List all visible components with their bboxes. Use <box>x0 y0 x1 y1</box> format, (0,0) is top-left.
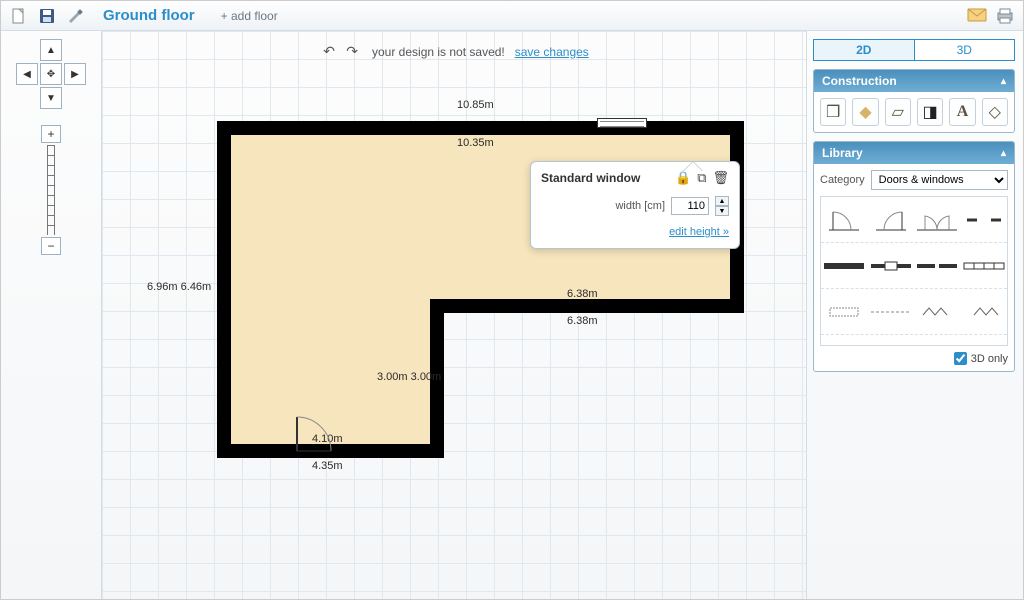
library-item-door-swing-r[interactable] <box>868 197 915 242</box>
save-icon[interactable] <box>37 6 57 26</box>
topbar: Ground floor + add floor <box>1 1 1023 31</box>
dimension-tool[interactable]: ◨ <box>917 98 943 126</box>
app-root: Ground floor + add floor ▲ ◀ ✥ ▶ ▼ <box>0 0 1024 600</box>
canvas[interactable]: ↶ ↷ your design is not saved! save chang… <box>101 31 807 599</box>
construction-panel: Construction▴ ❒ ◆ ▱ ◨ A ◇ <box>813 69 1015 133</box>
width-step-down[interactable]: ▼ <box>715 206 729 216</box>
library-item-window-thin[interactable] <box>821 243 868 288</box>
left-column: ▲ ◀ ✥ ▶ ▼ + − <box>1 31 101 599</box>
library-item-double-door[interactable] <box>914 197 961 242</box>
view-toggle: 2D 3D <box>813 39 1015 61</box>
3d-only-label: 3D only <box>971 353 1008 365</box>
3d-only-checkbox[interactable] <box>954 352 967 365</box>
pan-down-button[interactable]: ▼ <box>40 87 62 109</box>
settings-icon[interactable] <box>65 6 85 26</box>
pan-right-button[interactable]: ▶ <box>64 63 86 85</box>
save-changes-link[interactable]: save changes <box>515 45 589 59</box>
library-item-folding-l[interactable] <box>914 289 961 334</box>
copy-icon[interactable]: ⧉ <box>697 170 706 186</box>
pan-left-button[interactable]: ◀ <box>16 63 38 85</box>
chevron-up-icon: ▴ <box>1001 148 1006 159</box>
dim-midh-inner: 6.38m <box>567 288 598 300</box>
library-item-garage-door[interactable] <box>961 243 1008 288</box>
width-input[interactable] <box>671 197 709 215</box>
surface-tool[interactable]: ◇ <box>982 98 1008 126</box>
library-item-folding-r[interactable] <box>961 289 1008 334</box>
view-2d-button[interactable]: 2D <box>813 39 914 61</box>
dim-midv: 3.00m 3.00m <box>377 371 441 383</box>
zoom-in-button[interactable]: + <box>41 125 61 143</box>
library-items-grid <box>820 196 1008 346</box>
width-step-up[interactable]: ▲ <box>715 196 729 206</box>
pan-dpad: ▲ ◀ ✥ ▶ ▼ <box>16 39 86 109</box>
dim-left-outer: 6.96m 6.46m <box>147 281 211 293</box>
library-item-window-std[interactable] <box>868 243 915 288</box>
print-icon[interactable] <box>995 6 1015 26</box>
dim-top-outer: 10.85m <box>457 99 494 111</box>
room-tool[interactable]: ❒ <box>820 98 846 126</box>
pan-center-button[interactable]: ✥ <box>40 63 62 85</box>
dim-midh-outer: 6.38m <box>567 315 598 327</box>
zoom-scale[interactable] <box>47 145 55 235</box>
edit-height-link[interactable]: edit height » <box>669 226 729 238</box>
library-item-sliding-door[interactable] <box>914 243 961 288</box>
save-strip: ↶ ↷ your design is not saved! save chang… <box>102 43 806 60</box>
library-panel-header[interactable]: Library▴ <box>814 142 1014 164</box>
add-floor-button[interactable]: + add floor <box>221 9 278 23</box>
pan-up-button[interactable]: ▲ <box>40 39 62 61</box>
popup-title: Standard window <box>541 171 640 185</box>
zoom-out-button[interactable]: − <box>41 237 61 255</box>
library-item-door-swing-l[interactable] <box>821 197 868 242</box>
view-3d-button[interactable]: 3D <box>914 39 1016 61</box>
floor-name[interactable]: Ground floor <box>103 7 195 24</box>
delete-icon[interactable]: 🗑 <box>712 170 729 186</box>
floor-tool[interactable]: ◆ <box>852 98 878 126</box>
construction-tool-row: ❒ ◆ ▱ ◨ A ◇ <box>820 98 1008 126</box>
zoom-control: + − <box>41 125 61 255</box>
text-tool[interactable]: A <box>949 98 975 126</box>
lock-icon[interactable]: 🔒 <box>675 170 691 186</box>
chevron-up-icon: ▴ <box>1001 76 1006 87</box>
width-label: width [cm] <box>615 200 665 212</box>
library-category-label: Category <box>820 174 865 186</box>
object-properties-popup: Standard window 🔒 ⧉ 🗑 width [cm] ▲ ▼ <box>530 161 740 249</box>
library-item-pocket-door[interactable] <box>868 289 915 334</box>
library-item-opening[interactable] <box>961 197 1008 242</box>
right-column: 2D 3D Construction▴ ❒ ◆ ▱ ◨ A ◇ <box>807 31 1023 599</box>
wall-tool[interactable]: ▱ <box>885 98 911 126</box>
redo-button[interactable]: ↷ <box>346 43 358 59</box>
mail-icon[interactable] <box>967 6 987 26</box>
door-object[interactable] <box>297 413 337 453</box>
work-row: ▲ ◀ ✥ ▶ ▼ + − ↶ ↷ <box>1 31 1023 599</box>
undo-button[interactable]: ↶ <box>323 43 335 59</box>
library-item-bay-window[interactable] <box>821 289 868 334</box>
dim-top-inner: 10.35m <box>457 137 494 149</box>
new-file-icon[interactable] <box>9 6 29 26</box>
unsaved-message: your design is not saved! <box>372 45 505 59</box>
library-category-select[interactable]: Doors & windows <box>871 170 1008 190</box>
window-object[interactable] <box>597 118 647 128</box>
construction-panel-header[interactable]: Construction▴ <box>814 70 1014 92</box>
dim-bottom-outer: 4.35m <box>312 460 343 472</box>
library-panel: Library▴ Category Doors & windows <box>813 141 1015 372</box>
